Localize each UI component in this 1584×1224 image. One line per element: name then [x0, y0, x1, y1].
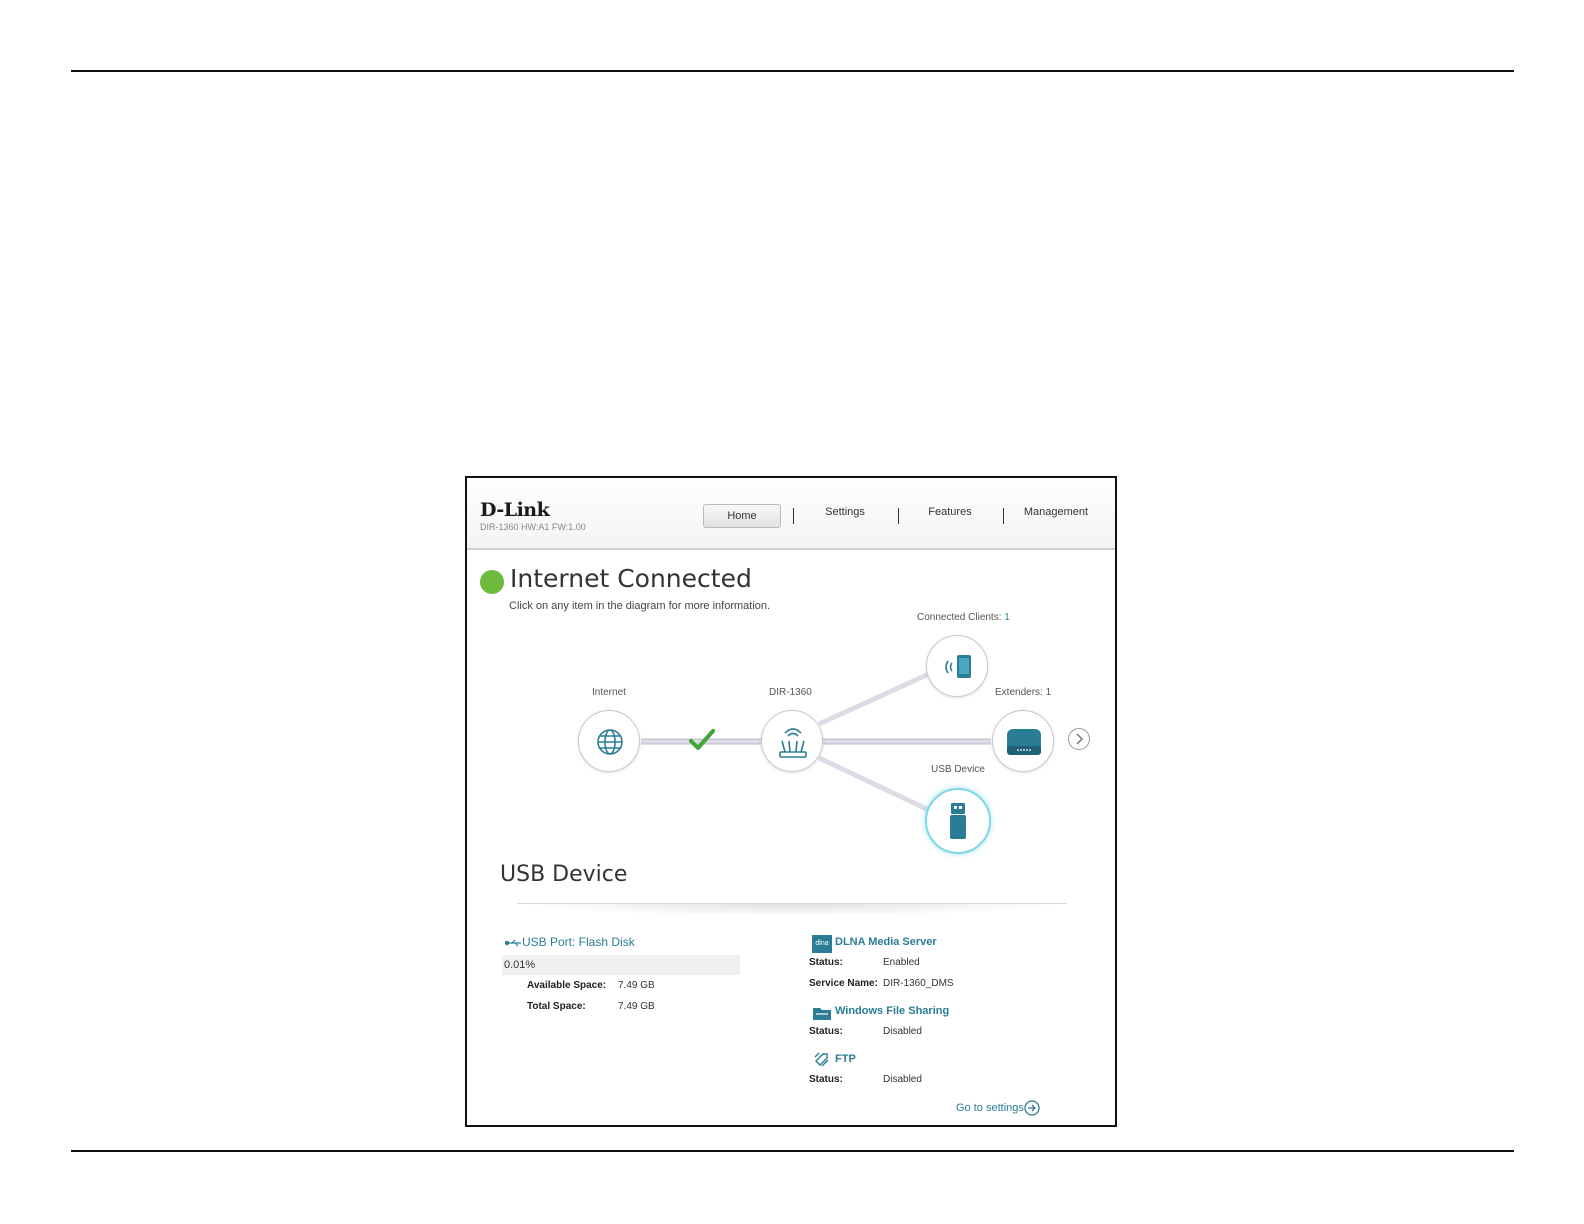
connected-clients-text: Connected Clients:	[917, 612, 1002, 623]
arrow-right-circle-icon[interactable]	[1024, 1100, 1040, 1116]
dlna-title: DLNA Media Server	[835, 936, 937, 948]
router-icon	[779, 728, 807, 758]
windows-status-label: Status:	[809, 1026, 843, 1037]
connected-clients-count: 1	[1004, 612, 1010, 623]
extender-icon	[1007, 729, 1041, 755]
usb-port-label: USB Port: Flash Disk	[522, 935, 635, 949]
ftp-status-value: Disabled	[883, 1074, 922, 1085]
wireless-device-icon	[945, 655, 971, 678]
storage-usage-percent: 0.01%	[504, 959, 536, 971]
bottom-divider	[71, 1150, 1514, 1152]
extenders-label: Extenders: 1	[995, 687, 1052, 698]
connected-clients-label: Connected Clients: 1	[917, 612, 1010, 623]
go-to-settings-link[interactable]: Go to settings	[956, 1102, 1024, 1114]
dlna-service-name-value: DIR-1360_DMS	[883, 978, 954, 989]
internet-node[interactable]	[578, 710, 640, 772]
diagram-next-button[interactable]	[1068, 728, 1090, 750]
dlna-status-value: Enabled	[883, 957, 920, 968]
internet-label: Internet	[592, 687, 626, 698]
dlna-status-label: Status:	[809, 957, 843, 968]
chevron-right-icon	[1076, 733, 1084, 745]
usb-symbol-icon	[505, 939, 521, 947]
usb-drive-icon	[950, 803, 966, 839]
section-divider	[517, 903, 1067, 916]
connected-check-icon	[689, 729, 715, 750]
windows-sharing-title: Windows File Sharing	[835, 1005, 950, 1017]
connected-clients-node[interactable]	[926, 635, 988, 697]
total-space-value: 7.49 GB	[618, 1001, 655, 1012]
usb-device-node[interactable]	[925, 788, 991, 854]
available-space-value: 7.49 GB	[618, 980, 655, 991]
router-label: DIR-1360	[769, 687, 812, 698]
ftp-icon	[814, 1052, 829, 1067]
ftp-title: FTP	[835, 1053, 856, 1065]
router-ui-screenshot: D-Link DIR-1360 HW:A1 FW:1.00 Home Setti…	[465, 476, 1117, 1127]
router-node[interactable]	[761, 710, 823, 772]
dlna-icon: dlna	[812, 935, 832, 953]
dlna-icon-text: dlna	[815, 940, 829, 947]
windows-status-value: Disabled	[883, 1026, 922, 1037]
usb-section-title: USB Device	[500, 862, 628, 887]
usb-port-text: USB Port: Flash Disk	[522, 935, 635, 949]
globe-icon	[597, 729, 623, 755]
ftp-status-label: Status:	[809, 1074, 843, 1085]
extenders-node[interactable]	[992, 710, 1054, 772]
folder-share-icon	[813, 1008, 831, 1020]
dlna-service-name-label: Service Name:	[809, 978, 878, 989]
usb-device-label: USB Device	[931, 764, 985, 775]
network-lines	[641, 671, 991, 813]
top-divider	[71, 70, 1514, 72]
total-space-label: Total Space:	[527, 1001, 586, 1012]
available-space-label: Available Space:	[527, 980, 607, 991]
storage-usage-bar: 0.01%	[502, 955, 740, 975]
